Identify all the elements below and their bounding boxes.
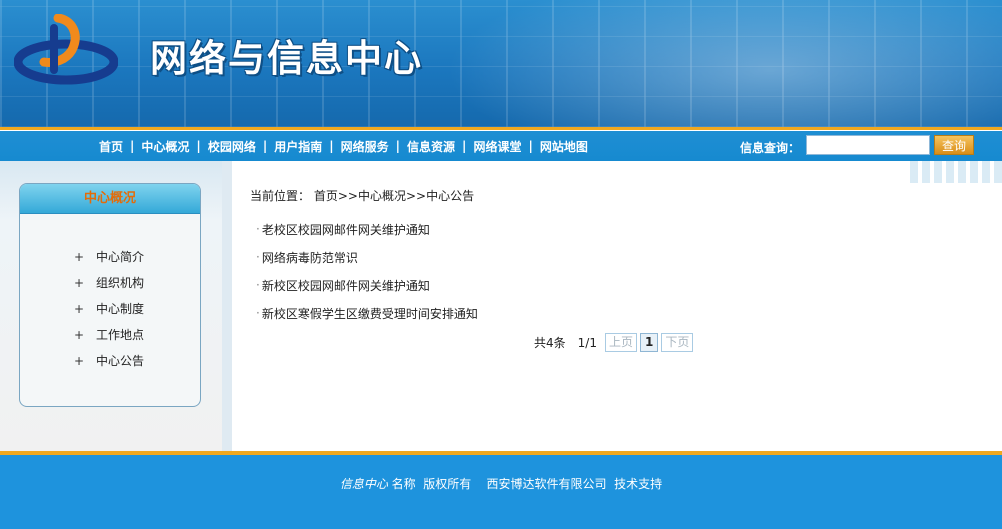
news-title[interactable]: 网络病毒防范常识 — [262, 249, 358, 266]
pager-current-page[interactable]: 1 — [639, 333, 659, 352]
main-content: 当前位置： 首页>>中心概况>>中心公告 · 老校区校园网邮件网关维护通知 · 网络… — [232, 161, 1002, 451]
sidebar-item-label: 组织机构 — [96, 276, 145, 290]
nav-item-site-map[interactable]: 网站地图 — [537, 138, 591, 155]
plus-icon: + — [74, 328, 85, 342]
news-title[interactable]: 新校区寒假学生区缴费受理时间安排通知 — [262, 305, 478, 322]
corner-decoration — [910, 161, 1002, 183]
banner-sheen — [420, 0, 1002, 127]
plus-icon: + — [74, 250, 85, 264]
nav-item-overview[interactable]: 中心概况 — [138, 138, 192, 155]
sidebar-item-announcements[interactable]: + 中心公告 — [20, 348, 200, 374]
nav-separator: | — [528, 139, 533, 153]
list-item[interactable]: · 网络病毒防范常识 — [256, 243, 478, 271]
sidebar-item-label: 工作地点 — [96, 328, 145, 342]
header-banner: 网络与信息中心 — [0, 0, 1002, 127]
nav-separator: | — [395, 139, 401, 153]
site-logo-icon[interactable] — [14, 14, 118, 88]
bullet-icon: · — [256, 222, 260, 236]
footer-org: 信息中心 — [339, 477, 388, 491]
bullet-icon: · — [256, 306, 260, 320]
pager-page-indicator: 1/1 — [577, 335, 597, 350]
nav-item-home[interactable]: 首页 — [96, 138, 126, 155]
plus-icon: + — [74, 354, 85, 368]
left-column-divider — [222, 161, 232, 451]
breadcrumb-path[interactable]: 首页>>中心概况>>中心公告 — [314, 189, 474, 203]
bullet-icon: · — [256, 250, 260, 264]
footer-text: 信息中心 名称 版权所有 西安博达软件有限公司 技术支持 — [0, 475, 1002, 492]
search-button[interactable]: 查询 — [934, 135, 974, 155]
news-title[interactable]: 新校区校园网邮件网关维护通知 — [262, 277, 430, 294]
news-list: · 老校区校园网邮件网关维护通知 · 网络病毒防范常识 · 新校区校园网邮件网关维护通… — [256, 215, 478, 327]
nav-separator: | — [130, 139, 135, 153]
pager-total: 共4条 — [534, 336, 566, 350]
sidebar-menu: + 中心简介 + 组织机构 + 中心制度 + 工作地点 + 中心公告 — [20, 244, 200, 374]
sidebar-item-label: 中心制度 — [96, 302, 145, 316]
news-title[interactable]: 老校区校园网邮件网关维护通知 — [262, 221, 430, 238]
list-item[interactable]: · 新校区寒假学生区缴费受理时间安排通知 — [256, 299, 478, 327]
breadcrumb: 当前位置： 首页>>中心概况>>中心公告 — [250, 187, 474, 204]
search-input[interactable] — [806, 135, 930, 155]
sidebar-item-regulations[interactable]: + 中心制度 — [20, 296, 200, 322]
sidebar-item-label: 中心公告 — [96, 354, 145, 368]
sidebar-title: 中心概况 — [20, 184, 200, 214]
nav-item-network-services[interactable]: 网络服务 — [338, 138, 392, 155]
site-title: 网络与信息中心 — [150, 36, 423, 80]
nav-item-online-classroom[interactable]: 网络课堂 — [470, 138, 524, 155]
nav-separator: | — [196, 139, 201, 153]
breadcrumb-label: 当前位置： — [250, 189, 311, 203]
plus-icon: + — [74, 302, 85, 316]
nav-separator: | — [262, 139, 268, 153]
sidebar-item-location[interactable]: + 工作地点 — [20, 322, 200, 348]
sidebar-item-label: 中心简介 — [96, 250, 145, 264]
list-item[interactable]: · 老校区校园网邮件网关维护通知 — [256, 215, 478, 243]
sidebar-item-intro[interactable]: + 中心简介 — [20, 244, 200, 270]
nav-separator: | — [329, 139, 334, 153]
nav-item-campus-network[interactable]: 校园网络 — [205, 138, 259, 155]
footer-copyright: 名称 版权所有 西安博达软件有限公司 技术支持 — [391, 477, 663, 491]
footer: 信息中心 名称 版权所有 西安博达软件有限公司 技术支持 — [0, 455, 1002, 529]
nav-item-user-guide[interactable]: 用户指南 — [271, 138, 325, 155]
nav-item-info-resources[interactable]: 信息资源 — [404, 138, 458, 155]
pager-prev-button[interactable]: 上页 — [604, 333, 637, 352]
nav-separator: | — [462, 139, 467, 153]
search-label: 信息查询： — [740, 141, 801, 155]
list-item[interactable]: · 新校区校园网邮件网关维护通知 — [256, 271, 478, 299]
pager-next-button[interactable]: 下页 — [661, 333, 694, 352]
sidebar-box: 中心概况 + 中心简介 + 组织机构 + 中心制度 + 工作地点 + 中心公告 — [19, 183, 201, 407]
pagination: 共4条 1/1 上页 1 下页 — [534, 333, 694, 352]
plus-icon: + — [74, 276, 85, 290]
sidebar-item-organization[interactable]: + 组织机构 — [20, 270, 200, 296]
main-nav: 首页 | 中心概况 | 校园网络 | 用户指南 | 网络服务 | 信息资源 | … — [96, 131, 591, 161]
bullet-icon: · — [256, 278, 260, 292]
